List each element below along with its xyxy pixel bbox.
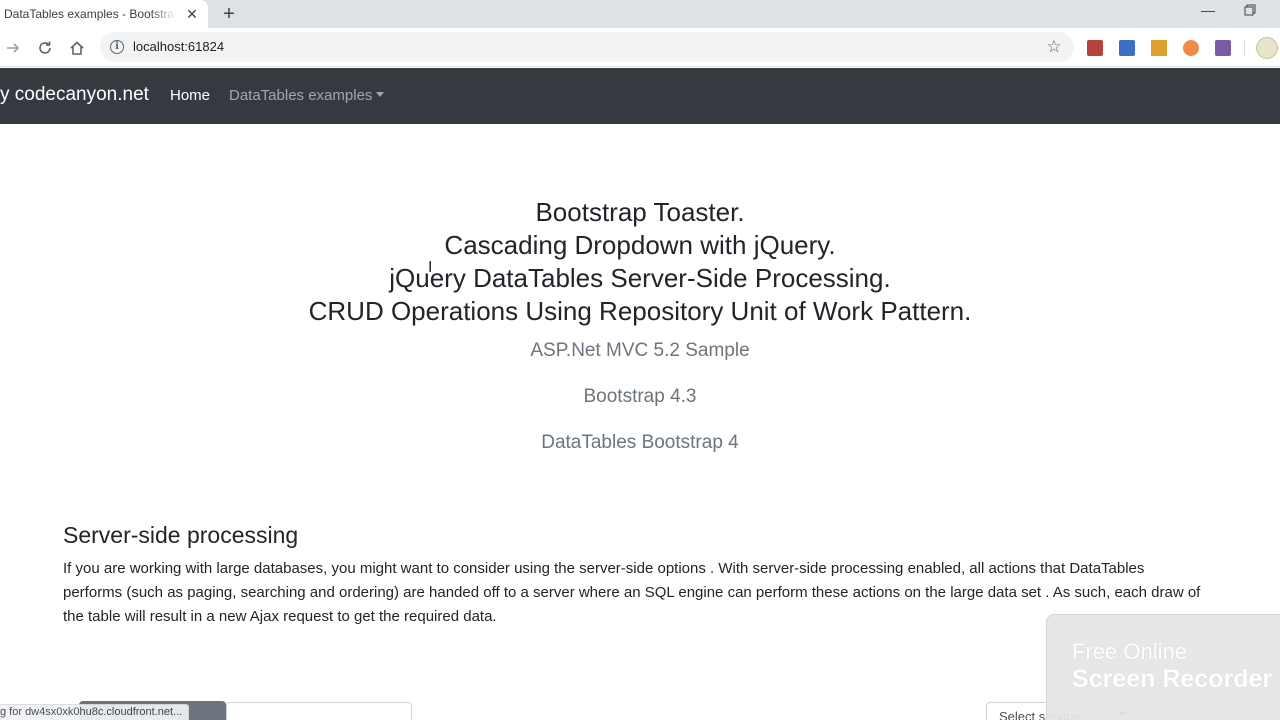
lead-bootstrap: Bootstrap 4.3: [583, 386, 697, 407]
info-icon[interactable]: i: [110, 40, 124, 54]
browser-tab[interactable]: DataTables examples - Bootstrap 4 ✕: [0, 0, 208, 28]
caret-down-icon: [376, 91, 385, 97]
recorder-watermark: Free Online Screen Recorder: [1046, 614, 1280, 720]
browser-tabstrip: DataTables examples - Bootstrap 4 ✕ + —: [0, 0, 1280, 28]
table-search-input[interactable]: [226, 702, 412, 720]
title-line: Bootstrap Toaster.: [535, 197, 745, 227]
text-cursor-icon: I: [428, 259, 433, 276]
tab-title: DataTables examples - Bootstrap 4: [4, 7, 176, 21]
lead-datatables: DataTables Bootstrap 4: [541, 432, 739, 453]
nav-link-home[interactable]: Home: [170, 87, 210, 104]
star-icon[interactable]: ☆: [1044, 37, 1064, 57]
title-line: Cascading Dropdown with jQuery.: [444, 230, 836, 260]
address-bar[interactable]: i localhost:61824 ☆: [100, 32, 1074, 62]
nav-dropdown-label: DataTables examples: [229, 87, 373, 104]
puzzle-extension-icon[interactable]: [1215, 40, 1231, 56]
pdf-extension-icon[interactable]: [1087, 40, 1103, 56]
url-text: localhost:61824: [133, 39, 225, 54]
toolbar-separator: [1244, 40, 1245, 56]
watermark-line1: Free Online: [1072, 639, 1187, 664]
user-extension-icon[interactable]: [1119, 40, 1135, 56]
title-line: jQuery DataTables Server-Side Processing…: [389, 263, 891, 293]
reload-icon[interactable]: [34, 37, 56, 59]
window-minimize-button[interactable]: —: [1198, 2, 1218, 22]
browser-toolbar: i localhost:61824 ☆: [0, 28, 1280, 67]
tab-close-icon[interactable]: ✕: [184, 6, 200, 22]
section-title: Server-side processing: [63, 522, 299, 548]
home-icon[interactable]: [66, 37, 88, 59]
window-restore-icon[interactable]: [1244, 3, 1260, 19]
new-tab-button[interactable]: +: [218, 3, 240, 25]
hero-heading: Bootstrap Toaster. Cascading Dropdown wi…: [0, 196, 1280, 328]
forward-icon[interactable]: [2, 37, 24, 59]
watermark-line2: Screen Recorder: [1072, 665, 1273, 693]
site-navbar: y codecanyon.net Home DataTables example…: [0, 68, 1280, 124]
download-extension-icon[interactable]: [1151, 40, 1167, 56]
status-bubble: g for dw4sx0xk0hu8c.cloudfront.net...: [0, 704, 190, 720]
title-line: CRUD Operations Using Repository Unit of…: [308, 296, 972, 326]
page-title: Bootstrap Toaster. Cascading Dropdown wi…: [0, 196, 1280, 328]
section-description: If you are working with large databases,…: [63, 560, 1201, 625]
profile-avatar[interactable]: [1256, 37, 1278, 59]
share-extension-icon[interactable]: [1183, 40, 1199, 56]
navbar-brand[interactable]: y codecanyon.net: [0, 84, 149, 106]
lead-aspnet: ASP.Net MVC 5.2 Sample: [530, 340, 750, 361]
nav-dropdown-datatables[interactable]: DataTables examples: [229, 87, 385, 104]
